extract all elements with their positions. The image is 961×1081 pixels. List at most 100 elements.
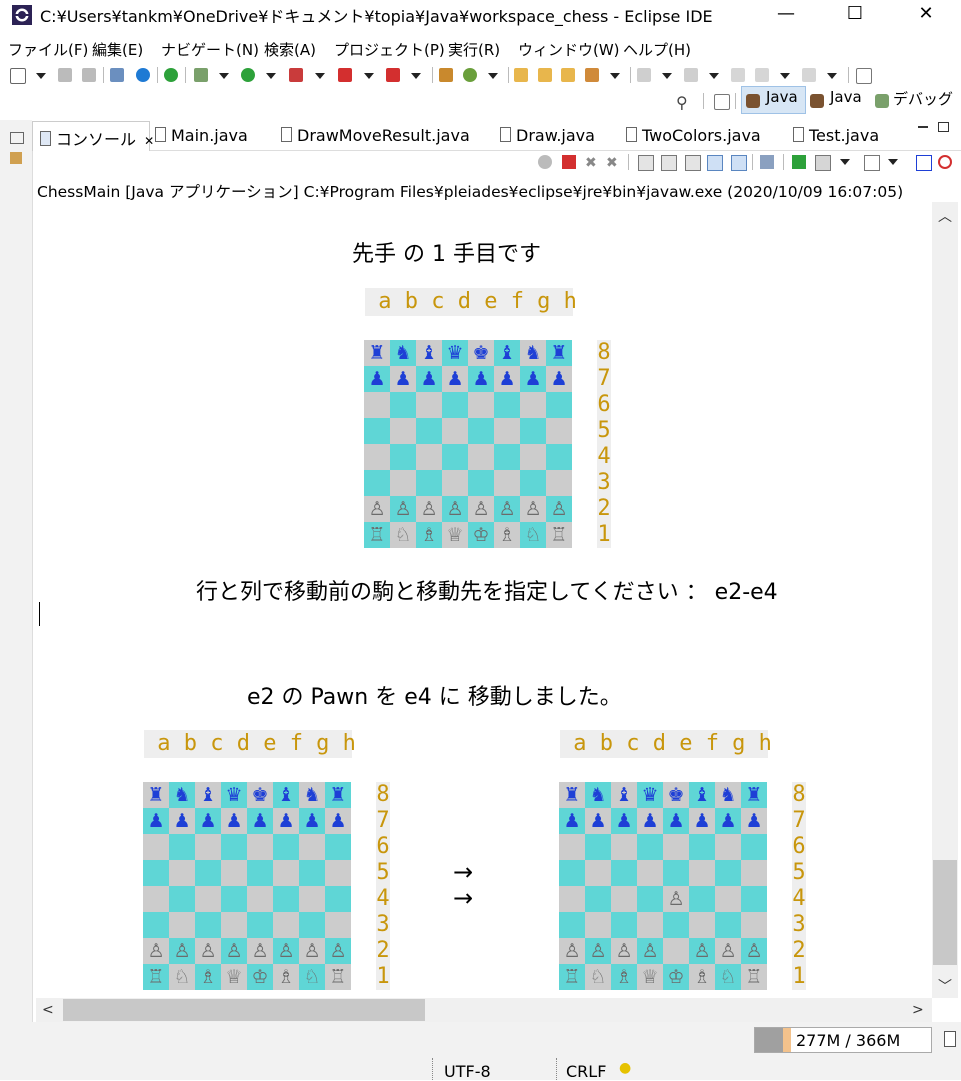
encoding-status[interactable]: UTF-8	[444, 1062, 491, 1081]
console-monitor-icon[interactable]	[815, 155, 831, 171]
back-icon[interactable]	[755, 68, 769, 82]
folder-icon[interactable]	[561, 68, 575, 82]
package-explorer-icon[interactable]	[10, 152, 22, 164]
chevron-down-icon[interactable]	[315, 73, 325, 79]
maximize-view-icon[interactable]	[938, 122, 949, 132]
chevron-down-icon[interactable]	[662, 73, 672, 79]
board-square: ♟	[273, 808, 299, 834]
board-square: ♝	[689, 782, 715, 808]
java-perspective-icon[interactable]	[810, 94, 824, 108]
new-icon[interactable]	[10, 68, 26, 84]
class-icon[interactable]	[463, 68, 477, 82]
lightbulb-icon[interactable]: ●	[619, 1060, 631, 1076]
forward-icon[interactable]	[802, 68, 816, 82]
external-tools-icon[interactable]	[386, 68, 400, 82]
chevron-down-icon[interactable]	[827, 73, 837, 79]
scroll-right-icon[interactable]: >	[912, 1002, 924, 1018]
menu-edit[interactable]: 編集(E)	[92, 39, 143, 60]
scroll-lock-icon[interactable]	[538, 155, 552, 169]
menu-file[interactable]: ファイル(F)	[8, 39, 88, 60]
scroll-left-icon[interactable]: <	[42, 1002, 54, 1018]
last-edit-icon[interactable]	[731, 68, 745, 82]
terminal-icon[interactable]	[110, 68, 124, 82]
debug-perspective-icon[interactable]	[875, 94, 889, 108]
show-console-stderr-icon[interactable]	[731, 155, 747, 171]
close-icon[interactable]: ✕	[144, 134, 154, 148]
maximize-button[interactable]: ☐	[832, 0, 878, 30]
menu-run[interactable]: 実行(R)	[448, 39, 500, 60]
rank-label: 2	[597, 496, 611, 521]
tab-console-label: コンソール ✕	[40, 126, 154, 150]
pin-editor-icon[interactable]	[856, 68, 872, 84]
board-square	[715, 834, 741, 860]
pin-console-icon[interactable]	[760, 155, 774, 169]
menu-search[interactable]: 検索(A)	[264, 39, 316, 60]
restore-icon[interactable]	[10, 132, 24, 144]
result-message: e2 の Pawn を e4 に 移動しました。	[247, 685, 622, 710]
error-log-icon[interactable]	[938, 155, 952, 169]
open-type-icon[interactable]	[514, 68, 528, 82]
power-icon[interactable]	[164, 68, 178, 82]
minimize-view-icon[interactable]	[918, 126, 928, 128]
run-coverage-icon[interactable]	[289, 68, 303, 82]
menu-window[interactable]: ウィンドウ(W)	[518, 39, 620, 60]
display-selected-console-icon[interactable]	[792, 155, 806, 169]
ranks-label-before: 87654321	[376, 782, 390, 990]
vertical-scroll-thumb[interactable]	[933, 860, 957, 965]
line-ending-status[interactable]: CRLF	[566, 1062, 606, 1081]
chevron-down-icon[interactable]	[840, 159, 850, 165]
remove-all-icon[interactable]: ✖	[606, 155, 620, 171]
chevron-down-icon[interactable]	[780, 73, 790, 79]
search-icon[interactable]: ⚲	[676, 93, 688, 112]
chevron-down-icon[interactable]	[610, 73, 620, 79]
scroll-lock-toggle-icon[interactable]	[661, 155, 677, 171]
open-task-icon[interactable]	[538, 68, 552, 82]
scroll-up-icon[interactable]: ︿	[938, 206, 952, 226]
chevron-down-icon[interactable]	[888, 159, 898, 165]
chevron-down-icon[interactable]	[488, 73, 498, 79]
board-square: ♝	[195, 782, 221, 808]
board-square	[169, 834, 195, 860]
chevron-down-icon[interactable]	[36, 73, 46, 79]
board-square	[715, 860, 741, 886]
remove-launch-icon[interactable]: ✖	[585, 155, 599, 171]
tab-drawmoveresult-java[interactable]: DrawMoveResult.java	[281, 126, 470, 145]
prev-annotation-icon[interactable]	[684, 68, 698, 82]
scroll-down-icon[interactable]: ﹀	[938, 976, 952, 996]
tab-main-java[interactable]: Main.java	[155, 126, 248, 145]
open-perspective-icon[interactable]	[714, 94, 730, 110]
menu-project[interactable]: プロジェクト(P)	[334, 39, 445, 60]
chevron-down-icon[interactable]	[266, 73, 276, 79]
gear-icon[interactable]	[136, 68, 150, 82]
next-annotation-icon[interactable]	[637, 68, 651, 82]
terminate-icon[interactable]	[562, 155, 576, 169]
chevron-down-icon[interactable]	[709, 73, 719, 79]
close-button[interactable]: ✕	[903, 0, 949, 30]
horizontal-scroll-thumb[interactable]	[63, 999, 425, 1021]
stop-icon[interactable]	[338, 68, 352, 82]
show-console-stdout-icon[interactable]	[707, 155, 723, 171]
word-wrap-icon[interactable]	[685, 155, 701, 171]
status-separator	[432, 1058, 434, 1080]
trash-icon[interactable]	[944, 1031, 956, 1047]
tab-draw-java[interactable]: Draw.java	[500, 126, 595, 145]
menu-help[interactable]: ヘルプ(H)	[623, 39, 691, 60]
clear-console-icon[interactable]	[638, 155, 654, 171]
debug-icon[interactable]	[194, 68, 208, 82]
tab-test-java[interactable]: Test.java	[793, 126, 879, 145]
save-icon[interactable]	[58, 68, 72, 82]
chevron-down-icon[interactable]	[364, 73, 374, 79]
perspective-java[interactable]: Java	[830, 88, 862, 106]
run-icon[interactable]	[241, 68, 255, 82]
save-all-icon[interactable]	[82, 68, 96, 82]
menu-navigate[interactable]: ナビゲート(N)	[161, 39, 259, 60]
open-console-icon[interactable]	[864, 155, 880, 171]
tab-twocolors-java[interactable]: TwoColors.java	[626, 126, 761, 145]
minimize-button[interactable]: —	[763, 0, 809, 30]
view-menu-icon[interactable]	[916, 155, 932, 171]
perspective-debug[interactable]: デバッグ	[893, 88, 953, 109]
pencil-icon[interactable]	[585, 68, 599, 82]
package-icon[interactable]	[439, 68, 453, 82]
chevron-down-icon[interactable]	[411, 73, 421, 79]
chevron-down-icon[interactable]	[219, 73, 229, 79]
